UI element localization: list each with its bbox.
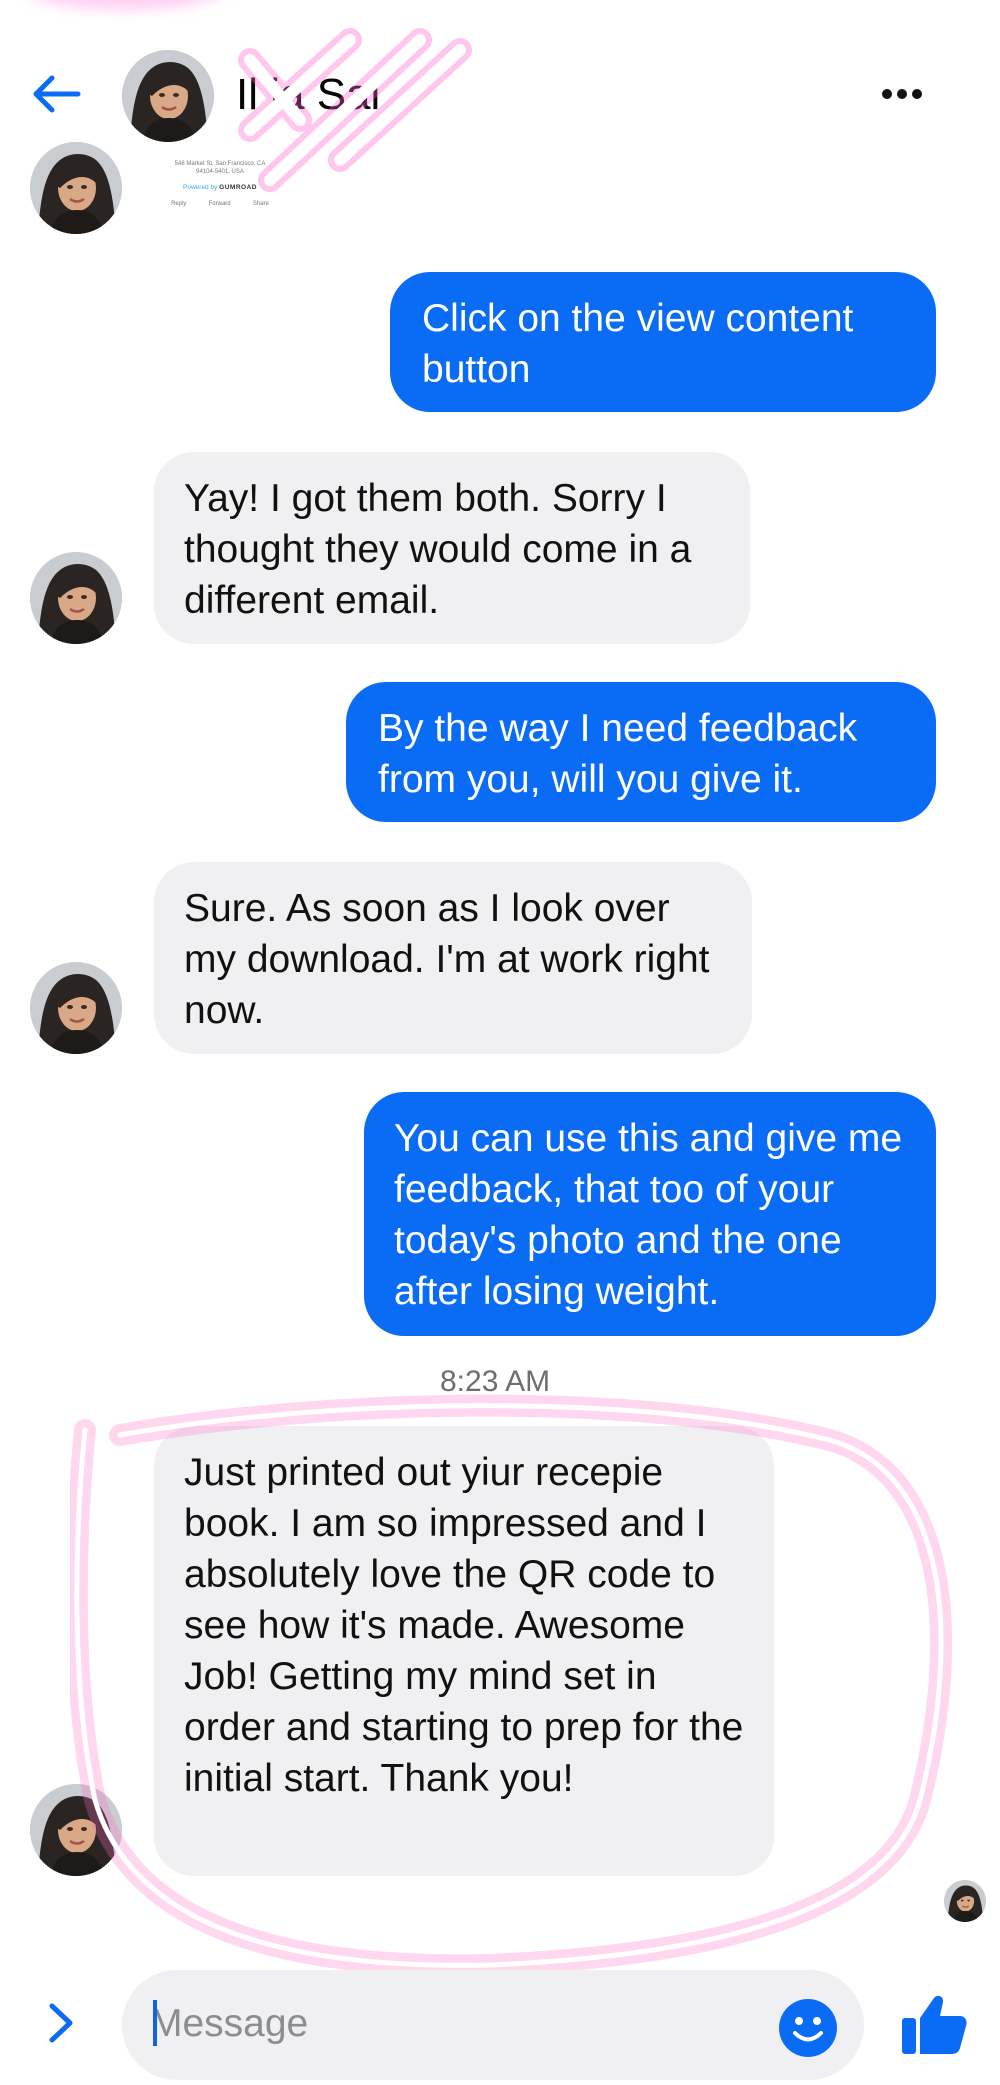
message-outgoing[interactable]: By the way I need feedback from you, wil… xyxy=(346,682,936,822)
contact-avatar-small xyxy=(30,142,122,234)
top-edge-highlight xyxy=(20,0,230,10)
message-outgoing[interactable]: Click on the view content button xyxy=(390,272,936,412)
highlight-circle-annotation xyxy=(70,1394,953,1970)
thumbs-up-icon xyxy=(902,1995,967,2054)
receipt-action-reply: Reply xyxy=(171,201,187,207)
back-button[interactable] xyxy=(28,70,84,118)
message-incoming[interactable]: Yay! I got them both. Sorry I thought th… xyxy=(154,452,750,644)
receipt-address-2: 94104-5401, USA xyxy=(196,169,244,175)
contact-avatar xyxy=(30,552,122,644)
shared-receipt-preview[interactable]: 548 Market St, San Francisco, CA 94104-5… xyxy=(160,160,280,232)
receipt-brand-line: Powered by GUMROAD xyxy=(160,184,280,192)
expand-actions-button[interactable] xyxy=(46,2000,76,2046)
contact-avatar xyxy=(30,962,122,1054)
arrow-left-icon xyxy=(33,75,81,113)
more-horizontal-icon xyxy=(882,89,922,99)
message-incoming[interactable]: Sure. As soon as I look over my download… xyxy=(154,862,752,1054)
emoji-button[interactable] xyxy=(778,1998,838,2058)
receipt-action-share: Share xyxy=(252,201,269,207)
contact-avatar[interactable] xyxy=(122,50,214,142)
text-cursor xyxy=(153,2000,157,2046)
smiley-icon xyxy=(779,1999,837,2057)
chevron-right-icon xyxy=(49,2003,73,2043)
receipt-address: 548 Market St, San Francisco, CA xyxy=(174,161,266,167)
like-button[interactable] xyxy=(900,1990,968,2058)
gumroad-logo-text: GUMROAD xyxy=(219,184,257,191)
receipt-action-forward: Forward xyxy=(208,201,231,207)
seen-receipt-avatar xyxy=(944,1880,986,1922)
powered-by-text: Powered by xyxy=(183,184,218,191)
message-outgoing[interactable]: You can use this and give me feedback, t… xyxy=(364,1092,936,1336)
receipt-actions: Reply Forward Share xyxy=(160,200,280,208)
message-input[interactable] xyxy=(150,1998,750,2050)
more-options-button[interactable] xyxy=(880,80,924,108)
